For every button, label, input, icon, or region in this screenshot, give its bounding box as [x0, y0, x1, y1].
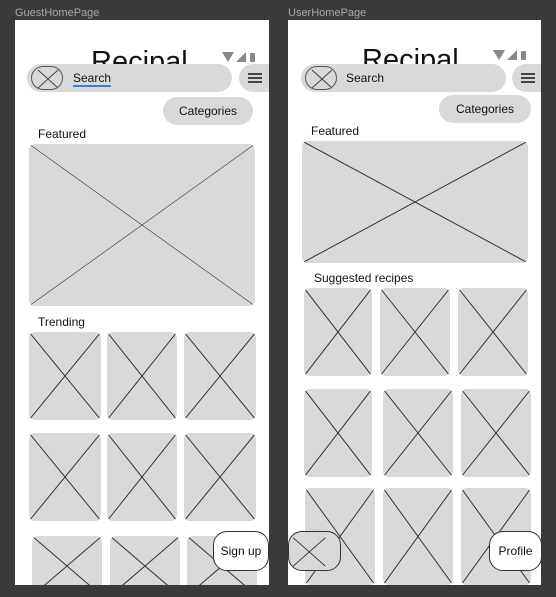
suggested-recipes-heading: Suggested recipes	[314, 271, 414, 285]
frame-label-guest: GuestHomePage	[15, 7, 100, 19]
search-input[interactable]: Search	[346, 71, 384, 85]
suggested-recipe-card[interactable]	[458, 288, 528, 376]
trending-recipe-card[interactable]	[184, 332, 256, 420]
trending-recipe-card[interactable]	[29, 433, 101, 521]
trending-heading: Trending	[38, 315, 85, 329]
trending-recipe-card[interactable]	[110, 536, 180, 585]
search-image-placeholder-icon	[31, 66, 63, 90]
suggested-recipe-card[interactable]	[380, 288, 450, 376]
hamburger-icon	[248, 73, 262, 85]
trending-recipe-card[interactable]	[32, 536, 102, 585]
status-icons	[222, 52, 255, 62]
image-placeholder-button[interactable]	[288, 531, 341, 571]
sign-up-button[interactable]: Sign up	[213, 531, 269, 571]
featured-heading: Featured	[38, 127, 87, 141]
categories-button[interactable]: Categories	[163, 97, 253, 125]
featured-image-placeholder[interactable]	[29, 144, 255, 306]
guest-home-page: Recipal Search Categories Featured Trend…	[15, 20, 269, 585]
search-bar[interactable]: Search	[27, 64, 232, 92]
image-placeholder-icon	[292, 537, 326, 567]
suggested-recipe-card[interactable]	[383, 389, 453, 477]
featured-heading: Featured	[311, 124, 360, 138]
menu-button[interactable]	[239, 64, 269, 92]
suggested-recipe-card[interactable]	[304, 389, 372, 477]
suggested-recipe-card[interactable]	[383, 488, 453, 585]
search-image-placeholder-icon	[305, 66, 337, 90]
trending-recipe-card[interactable]	[184, 433, 256, 521]
profile-button[interactable]: Profile	[489, 531, 542, 571]
menu-button[interactable]	[512, 64, 541, 92]
trending-recipe-card[interactable]	[107, 433, 177, 521]
search-bar[interactable]: Search	[301, 64, 506, 92]
trending-recipe-card[interactable]	[107, 332, 177, 420]
search-input[interactable]: Search	[73, 71, 112, 87]
featured-image-placeholder[interactable]	[302, 141, 528, 263]
hamburger-icon	[521, 73, 535, 85]
status-icons	[493, 50, 526, 60]
suggested-recipe-card[interactable]	[304, 288, 372, 376]
frame-label-user: UserHomePage	[288, 7, 367, 19]
categories-button[interactable]: Categories	[439, 95, 531, 123]
suggested-recipe-card[interactable]	[461, 389, 531, 477]
user-home-page: Recipal Search Categories Featured Sugge…	[288, 20, 541, 585]
trending-recipe-card[interactable]	[29, 332, 101, 420]
